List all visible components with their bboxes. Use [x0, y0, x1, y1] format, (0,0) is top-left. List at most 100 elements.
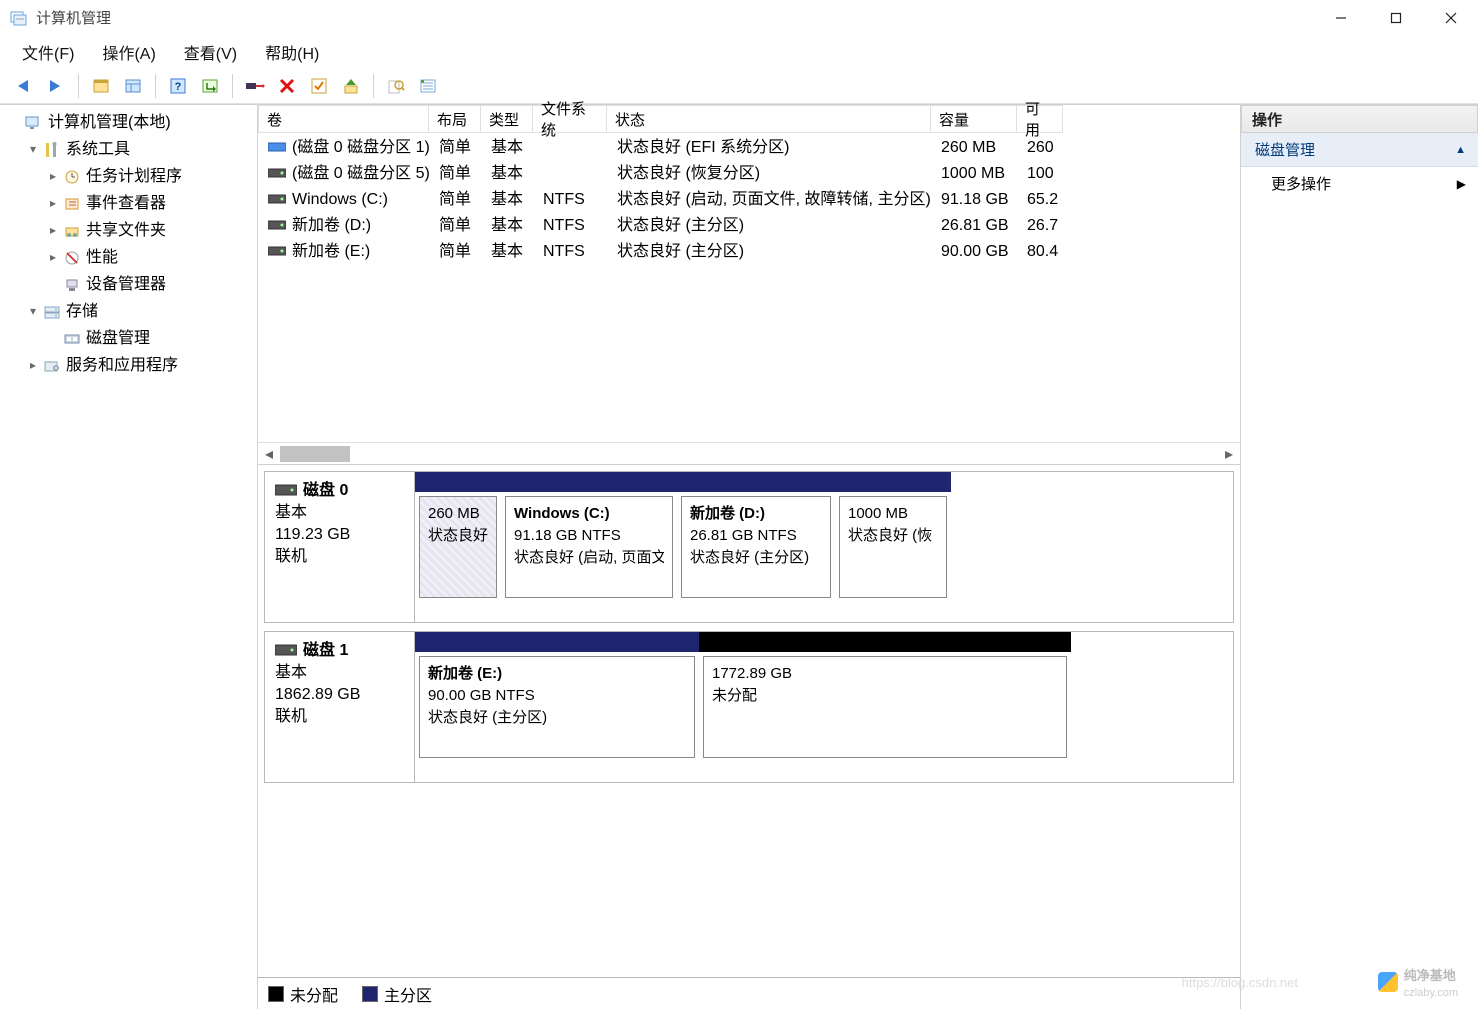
- help-button[interactable]: ?: [164, 72, 192, 100]
- tree-expand-icon[interactable]: ▸: [44, 190, 62, 217]
- tree-label: 磁盘管理: [86, 325, 150, 352]
- drive-icon: [268, 193, 286, 207]
- back-button[interactable]: [10, 72, 38, 100]
- app-icon: [10, 9, 28, 27]
- disk-info[interactable]: 磁盘 0基本119.23 GB联机: [265, 472, 415, 622]
- disk-name: 磁盘 0: [303, 480, 348, 502]
- tree-expand-icon[interactable]: ▸: [44, 244, 62, 271]
- menu-help[interactable]: 帮助(H): [251, 36, 333, 68]
- disk-state: 联机: [275, 546, 404, 568]
- tree-task-scheduler[interactable]: ▸ 任务计划程序: [0, 163, 257, 190]
- scroll-thumb[interactable]: [280, 446, 350, 462]
- close-button[interactable]: [1423, 0, 1478, 36]
- properties-button[interactable]: [119, 72, 147, 100]
- tree-collapse-icon[interactable]: ▾: [24, 298, 42, 325]
- col-filesystem[interactable]: 文件系统: [533, 105, 607, 133]
- disk-pane: 磁盘 0基本119.23 GB联机260 MB状态良好Windows (C:)9…: [264, 471, 1234, 623]
- tree-shared-folders[interactable]: ▸ 共享文件夹: [0, 217, 257, 244]
- check-button[interactable]: [305, 72, 333, 100]
- disk-size: 1862.89 GB: [275, 684, 404, 706]
- volume-capacity: 1000 MB: [933, 161, 1019, 187]
- tree-services[interactable]: ▸ 服务和应用程序: [0, 352, 257, 379]
- partition-block[interactable]: 1000 MB状态良好 (恢: [839, 496, 947, 598]
- tree-expand-icon[interactable]: ▸: [24, 352, 42, 379]
- tree-root[interactable]: ▸ 计算机管理(本地): [0, 109, 257, 136]
- volume-type: 基本: [483, 213, 535, 239]
- volume-layout: 简单: [431, 213, 483, 239]
- volume-row[interactable]: (磁盘 0 磁盘分区 5)简单基本状态良好 (恢复分区)1000 MB100: [258, 161, 1240, 187]
- partition-status: 未分配: [712, 685, 1058, 707]
- menu-view[interactable]: 查看(V): [170, 36, 251, 68]
- up-button[interactable]: [337, 72, 365, 100]
- volume-row[interactable]: (磁盘 0 磁盘分区 1)简单基本状态良好 (EFI 系统分区)260 MB26…: [258, 135, 1240, 161]
- partition-block[interactable]: 新加卷 (D:)26.81 GB NTFS状态良好 (主分区): [681, 496, 831, 598]
- maximize-button[interactable]: [1368, 0, 1423, 36]
- volume-type: 基本: [483, 161, 535, 187]
- scroll-track[interactable]: [280, 443, 1218, 465]
- actions-section-label: 磁盘管理: [1255, 139, 1315, 160]
- tree-system-tools[interactable]: ▾ 系统工具: [0, 136, 257, 163]
- tree-expand-icon[interactable]: ▸: [44, 217, 62, 244]
- partition-size: 1772.89 GB: [712, 663, 1058, 685]
- refresh-button[interactable]: [196, 72, 224, 100]
- partition-name: Windows (C:): [514, 503, 664, 525]
- center-pane: 卷 布局 类型 文件系统 状态 容量 可用 (磁盘 0 磁盘分区 1)简单基本状…: [258, 105, 1240, 1009]
- volume-row[interactable]: 新加卷 (E:)简单基本NTFS状态良好 (主分区)90.00 GB80.4: [258, 239, 1240, 265]
- partition-block[interactable]: 新加卷 (E:)90.00 GB NTFS状态良好 (主分区): [419, 656, 695, 758]
- tree-performance[interactable]: ▸ 性能: [0, 244, 257, 271]
- tree-disk-management[interactable]: ▸ 磁盘管理: [0, 325, 257, 352]
- tools-icon: [42, 140, 62, 160]
- volume-name: (磁盘 0 磁盘分区 1): [292, 135, 430, 161]
- tree-expand-icon[interactable]: ▸: [44, 163, 62, 190]
- connect-button[interactable]: [241, 72, 269, 100]
- volume-row[interactable]: 新加卷 (D:)简单基本NTFS状态良好 (主分区)26.81 GB26.7: [258, 213, 1240, 239]
- partition-block[interactable]: 1772.89 GB未分配: [703, 656, 1067, 758]
- partition-size: 1000 MB: [848, 503, 938, 525]
- partition-name: 新加卷 (E:): [428, 663, 686, 685]
- drive-icon: [268, 219, 286, 233]
- volume-filesystem: NTFS: [535, 213, 609, 239]
- partition-status: 状态良好 (主分区): [690, 547, 822, 569]
- menu-file[interactable]: 文件(F): [8, 36, 88, 68]
- list-button[interactable]: [414, 72, 442, 100]
- tree-label: 存储: [66, 298, 98, 325]
- tree-storage[interactable]: ▾ 存储: [0, 298, 257, 325]
- volume-hscrollbar[interactable]: ◂ ▸: [258, 442, 1240, 464]
- performance-icon: [62, 248, 82, 268]
- partition-status: 状态良好 (恢: [848, 525, 938, 547]
- col-layout[interactable]: 布局: [429, 105, 481, 133]
- col-volume[interactable]: 卷: [258, 105, 429, 133]
- col-capacity[interactable]: 容量: [931, 105, 1017, 133]
- actions-more[interactable]: 更多操作 ▶: [1241, 167, 1478, 200]
- partition-block[interactable]: Windows (C:)91.18 GB NTFS状态良好 (启动, 页面文: [505, 496, 673, 598]
- partition-block[interactable]: 260 MB状态良好: [419, 496, 497, 598]
- tree-event-viewer[interactable]: ▸ 事件查看器: [0, 190, 257, 217]
- volume-filesystem: NTFS: [535, 187, 609, 213]
- drive-icon: [268, 167, 286, 181]
- volume-free: 100: [1019, 161, 1065, 187]
- col-type[interactable]: 类型: [481, 105, 533, 133]
- legend-swatch-primary: [362, 986, 378, 1002]
- svg-text:?: ?: [175, 81, 182, 93]
- volume-type: 基本: [483, 187, 535, 213]
- partition-size: 91.18 GB NTFS: [514, 525, 664, 547]
- find-button[interactable]: [382, 72, 410, 100]
- menu-action[interactable]: 操作(A): [88, 36, 169, 68]
- disk-info[interactable]: 磁盘 1基本1862.89 GB联机: [265, 632, 415, 782]
- submenu-arrow-icon: ▶: [1457, 177, 1466, 191]
- tree-device-manager[interactable]: ▸ 设备管理器: [0, 271, 257, 298]
- window-title: 计算机管理: [36, 7, 111, 28]
- scroll-right-button[interactable]: ▸: [1218, 443, 1240, 465]
- col-status[interactable]: 状态: [607, 105, 931, 133]
- col-free[interactable]: 可用: [1017, 105, 1063, 133]
- volume-row[interactable]: Windows (C:)简单基本NTFS状态良好 (启动, 页面文件, 故障转储…: [258, 187, 1240, 213]
- watermark-brand: 纯净基地: [1404, 968, 1456, 983]
- show-hide-tree-button[interactable]: [87, 72, 115, 100]
- actions-section[interactable]: 磁盘管理 ▲: [1241, 133, 1478, 167]
- delete-button[interactable]: [273, 72, 301, 100]
- forward-button[interactable]: [42, 72, 70, 100]
- scroll-left-button[interactable]: ◂: [258, 443, 280, 465]
- tree-collapse-icon[interactable]: ▾: [24, 136, 42, 163]
- minimize-button[interactable]: [1313, 0, 1368, 36]
- watermark-logo-icon: [1378, 972, 1398, 992]
